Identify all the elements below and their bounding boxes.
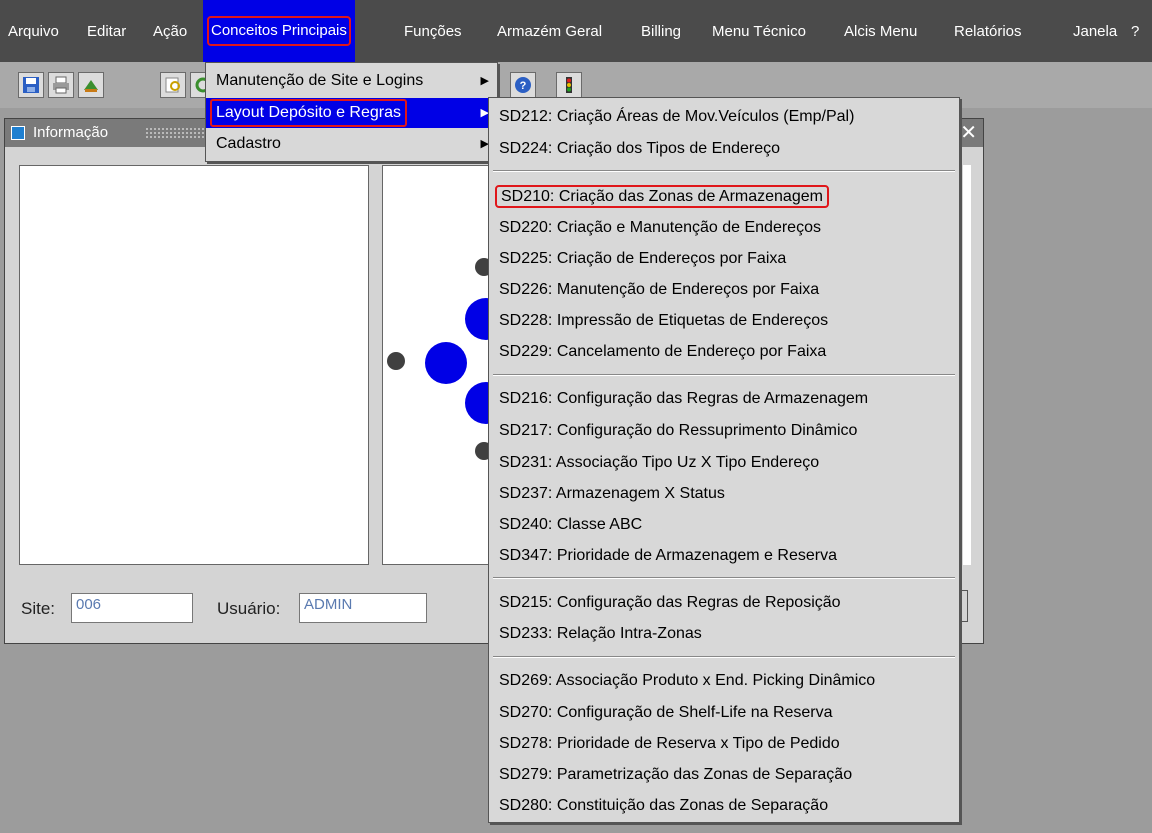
menu-item-sd278[interactable]: SD278: Prioridade de Reserva x Tipo de P… xyxy=(499,729,840,759)
menu-item-sd231[interactable]: SD231: Associação Tipo Uz X Tipo Endereç… xyxy=(499,448,819,478)
menu-editar[interactable]: Editar xyxy=(87,20,126,44)
logo-circle xyxy=(425,342,467,384)
save-icon xyxy=(23,77,39,93)
menu-item-sd210[interactable]: SD210: Criação das Zonas de Armazenagem xyxy=(495,182,829,212)
menu-item-sd220[interactable]: SD220: Criação e Manutenção de Endereços xyxy=(499,213,821,243)
help-button[interactable]: ? xyxy=(510,72,536,98)
user-label: Usuário: xyxy=(217,599,281,618)
menu-item-sd233[interactable]: SD233: Relação Intra-Zonas xyxy=(499,619,702,649)
menu-item-sd225[interactable]: SD225: Criação de Endereços por Faixa xyxy=(499,244,786,274)
menu-item-layout-deposito-regras[interactable]: Layout Depósito e Regras ▶ xyxy=(206,98,497,128)
menu-item-manutencao-site-logins[interactable]: Manutenção de Site e Logins ▶ xyxy=(206,66,497,96)
menu-funcoes[interactable]: Funções xyxy=(404,20,462,44)
layout-deposito-submenu: SD212: Criação Áreas de Mov.Veículos (Em… xyxy=(488,97,960,823)
logo-panel xyxy=(382,165,502,565)
print-button[interactable] xyxy=(48,72,74,98)
menu-alcis-menu[interactable]: Alcis Menu xyxy=(844,20,917,44)
right-panel-edge xyxy=(963,165,971,565)
menu-menu-tecnico[interactable]: Menu Técnico xyxy=(712,20,806,44)
menu-item-sd229[interactable]: SD229: Cancelamento de Endereço por Faix… xyxy=(499,337,826,367)
menu-conceitos-principais-label: Conceitos Principais xyxy=(207,16,351,46)
menu-billing[interactable]: Billing xyxy=(641,20,681,44)
menu-item-sd217[interactable]: SD217: Configuração do Ressuprimento Din… xyxy=(499,416,857,446)
menu-item-label: Manutenção de Site e Logins xyxy=(216,72,424,89)
window-title: Informação xyxy=(33,124,109,141)
find-button[interactable] xyxy=(160,72,186,98)
menu-item-label: Layout Depósito e Regras xyxy=(210,99,407,127)
menu-item-sd237[interactable]: SD237: Armazenagem X Status xyxy=(499,479,725,509)
help-icon: ? xyxy=(515,77,531,93)
conceitos-principais-menu: Manutenção de Site e Logins ▶ Layout Dep… xyxy=(205,62,498,162)
left-panel xyxy=(19,165,369,565)
menu-relatorios[interactable]: Relatórios xyxy=(954,20,1022,44)
traffic-light-icon xyxy=(566,77,572,93)
menu-item-sd228[interactable]: SD228: Impressão de Etiquetas de Endereç… xyxy=(499,306,828,336)
user-field[interactable]: ADMIN xyxy=(299,593,427,623)
traffic-light-button[interactable] xyxy=(556,72,582,98)
title-grip xyxy=(145,127,205,139)
submenu-arrow-icon: ▶ xyxy=(480,75,489,87)
menu-item-sd347[interactable]: SD347: Prioridade de Armazenagem e Reser… xyxy=(499,541,837,571)
menu-item-sd280[interactable]: SD280: Constituição das Zonas de Separaç… xyxy=(499,791,828,821)
menu-separator xyxy=(493,170,955,172)
menu-janela[interactable]: Janela xyxy=(1073,20,1117,44)
site-field[interactable]: 006 xyxy=(71,593,193,623)
menu-separator xyxy=(493,374,955,376)
close-icon[interactable]: ✕ xyxy=(960,121,977,145)
menu-separator xyxy=(493,577,955,579)
menu-item-sd270[interactable]: SD270: Configuração de Shelf-Life na Res… xyxy=(499,698,833,728)
logo-dot xyxy=(387,352,405,370)
menu-item-sd240[interactable]: SD240: Classe ABC xyxy=(499,510,642,540)
menu-item-sd224[interactable]: SD224: Criação dos Tipos de Endereço xyxy=(499,134,780,164)
menu-item-label: Cadastro xyxy=(216,135,281,152)
menu-item-sd212[interactable]: SD212: Criação Áreas de Mov.Veículos (Em… xyxy=(499,102,854,132)
menu-item-label: SD210: Criação das Zonas de Armazenagem xyxy=(495,185,829,208)
menu-item-sd279[interactable]: SD279: Parametrização das Zonas de Separ… xyxy=(499,760,852,790)
window-app-icon xyxy=(11,126,25,140)
search-icon xyxy=(165,77,180,93)
menu-arquivo[interactable]: Arquivo xyxy=(8,20,59,44)
svg-text:?: ? xyxy=(520,80,527,92)
menu-help[interactable]: ? xyxy=(1131,20,1139,44)
menu-armazem-geral[interactable]: Armazém Geral xyxy=(497,20,602,44)
menu-item-sd215[interactable]: SD215: Configuração das Regras de Reposi… xyxy=(499,588,841,618)
menu-acao[interactable]: Ação xyxy=(153,20,187,44)
exit-icon xyxy=(84,80,98,92)
printer-icon xyxy=(53,76,69,94)
menu-item-cadastro[interactable]: Cadastro ▶ xyxy=(206,129,497,159)
menu-bar: Arquivo Editar Ação Conceitos Principais… xyxy=(0,0,1152,62)
menu-item-sd269[interactable]: SD269: Associação Produto x End. Picking… xyxy=(499,666,875,696)
exit-button[interactable] xyxy=(78,72,104,98)
menu-item-sd216[interactable]: SD216: Configuração das Regras de Armaze… xyxy=(499,384,868,414)
save-button[interactable] xyxy=(18,72,44,98)
menu-separator xyxy=(493,656,955,658)
menu-conceitos-principais[interactable]: Conceitos Principais xyxy=(203,0,355,62)
site-label: Site: xyxy=(21,599,56,618)
menu-item-sd226[interactable]: SD226: Manutenção de Endereços por Faixa xyxy=(499,275,819,305)
